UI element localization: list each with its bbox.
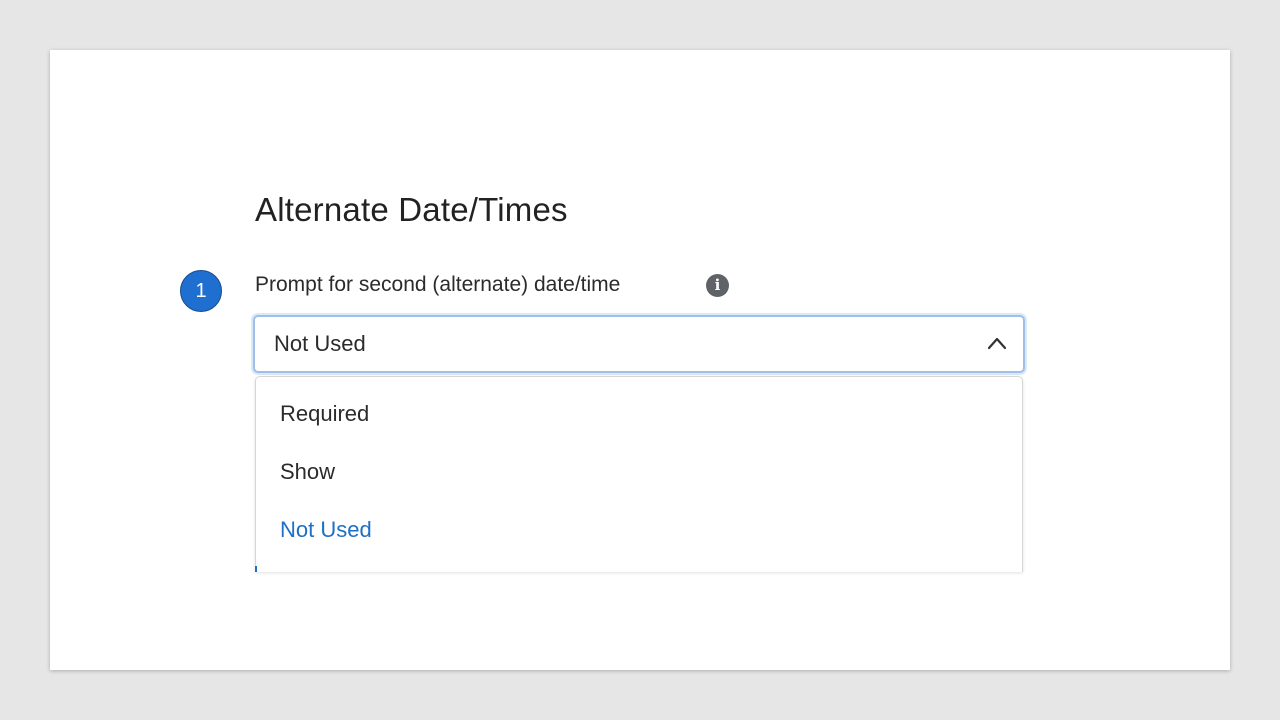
dropdown-menu: Required Show Not Used <box>255 376 1023 572</box>
field-label: Prompt for second (alternate) date/time <box>255 273 621 296</box>
info-icon[interactable]: i <box>706 274 729 297</box>
alternate-date-select[interactable]: Not Used <box>253 315 1025 373</box>
step-number-badge: 1 <box>180 270 222 312</box>
chevron-up-icon[interactable] <box>987 335 1007 351</box>
option-required[interactable]: Required <box>280 401 369 427</box>
section-heading: Alternate Date/Times <box>255 191 568 228</box>
select-current-value: Not Used <box>274 331 366 356</box>
option-not-used[interactable]: Not Used <box>280 517 372 543</box>
partial-element-edge <box>255 566 257 572</box>
option-show[interactable]: Show <box>280 459 335 485</box>
